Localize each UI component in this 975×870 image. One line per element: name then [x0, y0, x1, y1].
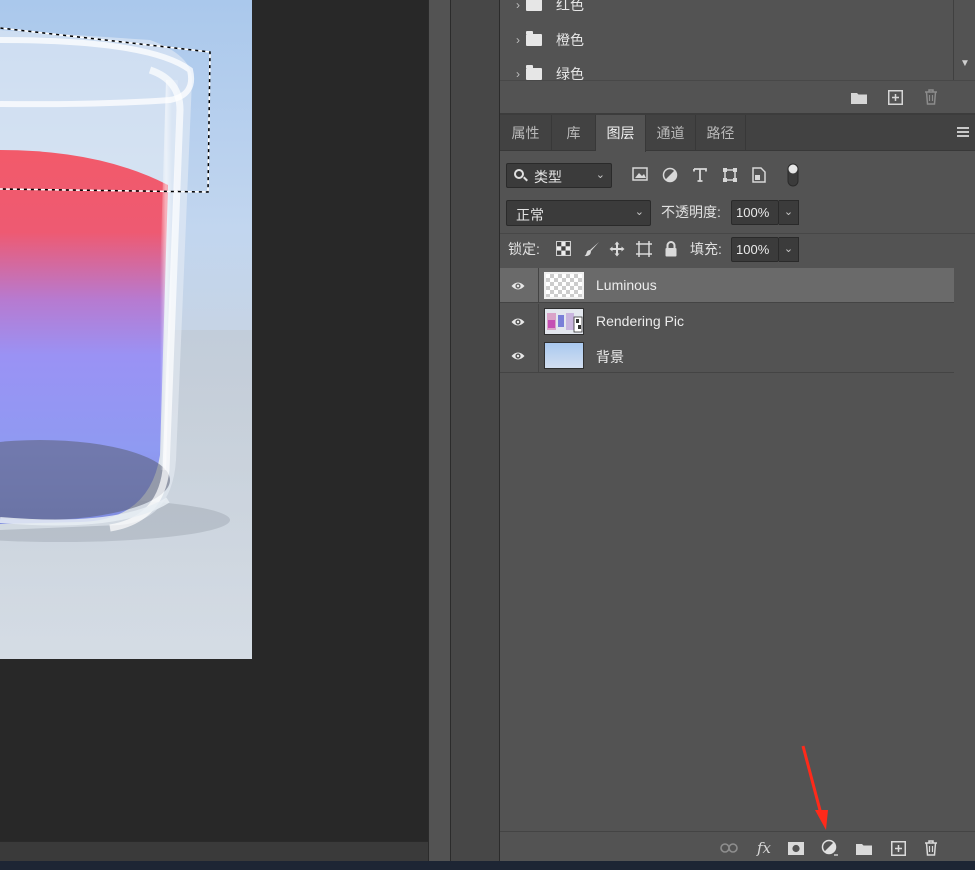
swatch-group[interactable]: › 橙色: [500, 23, 952, 57]
adjustment-filter-icon[interactable]: [662, 167, 680, 185]
layers-panel: 属性 库 图层 通道 路径 类型 ⌄ 正常 ⌄ 不透明度: 100% ⌄ 锁定:…: [500, 113, 975, 863]
canvas-horizontal-scrollbar[interactable]: [0, 841, 450, 861]
layer-name[interactable]: Rendering Pic: [596, 313, 684, 329]
layer-name[interactable]: Luminous: [596, 277, 657, 293]
filter-kind-label: 类型: [534, 169, 562, 185]
lock-artboard-icon[interactable]: [636, 241, 652, 257]
divider: [538, 304, 539, 339]
swatches-scrollbar[interactable]: ▼: [953, 0, 975, 80]
collapsed-panel-dock: [450, 0, 500, 861]
fx-icon[interactable]: fx: [754, 838, 774, 858]
search-icon: [514, 169, 524, 179]
folder-icon: [526, 0, 542, 11]
swatches-panel: › 红色 › 橙色 › 绿色 ▼: [500, 0, 975, 113]
lock-transparent-pixels-icon[interactable]: [556, 241, 572, 257]
layer-filter-row: 类型 ⌄: [500, 159, 975, 191]
delete-layer-icon[interactable]: [921, 838, 941, 858]
link-layers-icon[interactable]: [719, 838, 739, 858]
layer-list: Luminous Rendering Pic 背景: [500, 266, 955, 831]
swatch-group[interactable]: › 红色: [500, 0, 952, 22]
filter-toggle-icon[interactable]: [787, 163, 805, 187]
smart-object-filter-icon[interactable]: [752, 167, 770, 185]
layer-row[interactable]: 背景: [500, 338, 954, 373]
os-taskbar: [0, 861, 975, 870]
layers-footer-toolbar: fx: [500, 831, 975, 863]
filter-kind-select[interactable]: 类型 ⌄: [506, 163, 612, 188]
shape-filter-icon[interactable]: [722, 167, 740, 185]
annotation-arrow: [801, 745, 828, 830]
chevron-right-icon[interactable]: ›: [500, 33, 526, 47]
lock-all-icon[interactable]: [664, 241, 680, 257]
panel-menu-icon[interactable]: [957, 127, 969, 138]
layer-row[interactable]: Rendering Pic: [500, 304, 954, 339]
swatch-group-list: › 红色 › 橙色 › 绿色: [500, 0, 952, 80]
visibility-eye-icon[interactable]: [511, 349, 525, 363]
swatches-footer: [500, 80, 975, 113]
blend-mode-select[interactable]: 正常 ⌄: [506, 200, 651, 226]
swatch-group-name: 红色: [556, 0, 584, 13]
panel-tab-bar: 属性 库 图层 通道 路径: [500, 115, 975, 152]
blend-opacity-row: 正常 ⌄ 不透明度: 100% ⌄: [500, 197, 975, 229]
tab-libraries[interactable]: 库: [552, 115, 596, 151]
fill-input[interactable]: 100%: [731, 237, 779, 262]
folder-icon: [526, 31, 542, 46]
tab-paths[interactable]: 路径: [696, 115, 746, 151]
swatch-group[interactable]: › 绿色: [500, 57, 952, 80]
visibility-eye-icon[interactable]: [511, 315, 525, 329]
tab-channels[interactable]: 通道: [646, 115, 696, 151]
fill-dropdown[interactable]: ⌄: [779, 237, 799, 262]
chevron-right-icon[interactable]: ›: [500, 67, 526, 80]
blend-mode-value: 正常: [516, 207, 544, 223]
lock-label: 锁定:: [508, 241, 540, 257]
document-image[interactable]: [0, 0, 252, 659]
tab-layers[interactable]: 图层: [596, 115, 646, 152]
lock-fill-row: 锁定: 填充: 100% ⌄: [500, 233, 975, 265]
layer-thumbnail[interactable]: [544, 342, 584, 369]
document-canvas-area[interactable]: [0, 0, 428, 841]
add-mask-icon[interactable]: [786, 838, 806, 858]
divider: [538, 338, 539, 373]
chevron-down-icon: ⌄: [634, 206, 644, 218]
new-group-folder-icon[interactable]: [849, 87, 869, 107]
collapsed-dock-column: [428, 0, 450, 861]
opacity-input[interactable]: 100%: [731, 200, 779, 225]
new-layer-icon[interactable]: [888, 838, 908, 858]
lock-image-pixels-icon[interactable]: [584, 241, 600, 257]
opacity-dropdown[interactable]: ⌄: [779, 200, 799, 225]
visibility-eye-icon[interactable]: [511, 279, 525, 293]
chevron-down-icon: ⌄: [595, 169, 605, 181]
new-group-icon[interactable]: [854, 838, 874, 858]
chevron-right-icon[interactable]: ›: [500, 0, 526, 12]
lock-position-icon[interactable]: [609, 241, 625, 257]
fill-label: 填充:: [690, 241, 722, 257]
type-filter-icon[interactable]: [692, 167, 710, 185]
new-adjustment-layer-icon[interactable]: [820, 838, 840, 858]
divider: [538, 268, 539, 303]
layer-thumbnail[interactable]: [544, 272, 584, 299]
folder-icon: [526, 65, 542, 80]
opacity-label: 不透明度:: [661, 204, 721, 220]
layer-row[interactable]: Luminous: [500, 268, 954, 303]
new-swatch-icon[interactable]: [885, 87, 905, 107]
tab-properties[interactable]: 属性: [500, 115, 552, 151]
swatch-group-name: 橙色: [556, 32, 584, 48]
beaker-render: [0, 27, 252, 659]
scroll-down-arrow-icon[interactable]: ▼: [960, 58, 970, 69]
delete-swatch-icon[interactable]: [921, 87, 941, 107]
layer-name[interactable]: 背景: [596, 347, 624, 367]
pixel-filter-icon[interactable]: [632, 167, 650, 185]
swatch-group-name: 绿色: [556, 66, 584, 80]
layer-thumbnail[interactable]: [544, 308, 584, 335]
